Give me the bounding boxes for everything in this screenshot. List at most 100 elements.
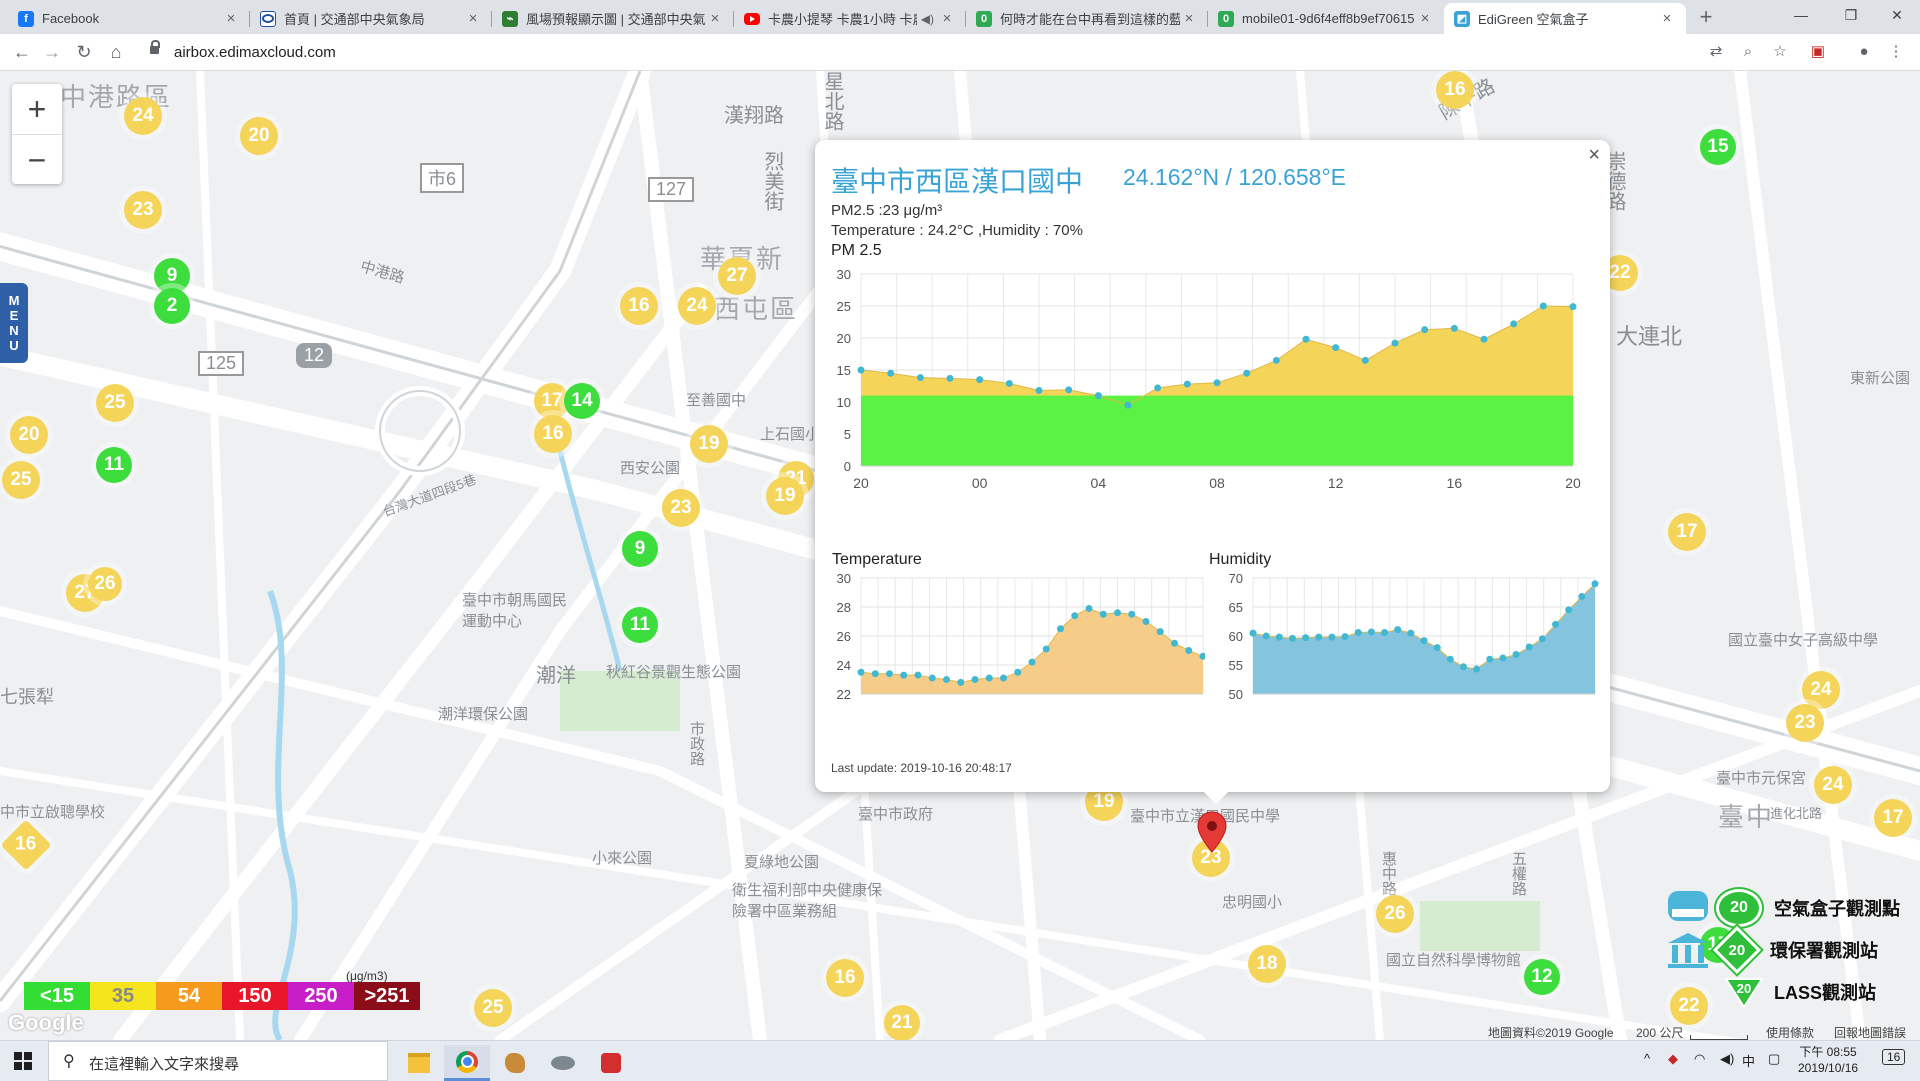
keyboard-icon[interactable]: ▢ bbox=[1768, 1051, 1780, 1067]
tab-facebook[interactable]: f Facebook × bbox=[8, 3, 250, 34]
tab-edigreen[interactable]: ◩ EdiGreen 空氣盒子 × bbox=[1444, 3, 1686, 34]
pm25-marker[interactable]: 17 bbox=[1874, 799, 1912, 837]
tab-cwb[interactable]: 首頁 | 交通部中央氣象局 × bbox=[250, 3, 492, 34]
notification-center-icon[interactable]: 16 bbox=[1882, 1049, 1906, 1065]
close-tab-icon[interactable]: × bbox=[1416, 10, 1434, 27]
bookmark-star-icon[interactable]: ☆ bbox=[1770, 42, 1790, 62]
pm25-marker[interactable]: 23 bbox=[1786, 704, 1824, 742]
volume-icon[interactable]: ◀) bbox=[1720, 1051, 1734, 1067]
pm25-marker[interactable]: 20 bbox=[10, 416, 48, 454]
restore-button[interactable]: ❐ bbox=[1828, 0, 1874, 30]
tab-youtube[interactable]: 卡農小提琴 卡農1小時 卡農 ◀) × bbox=[734, 3, 966, 34]
pm25-marker[interactable]: 12 bbox=[1524, 959, 1560, 995]
pm25-marker[interactable]: 20 bbox=[240, 117, 278, 155]
shield-icon[interactable]: ◆ bbox=[1668, 1051, 1678, 1067]
pm25-marker[interactable]: 21 bbox=[884, 1005, 920, 1040]
y-tick-label: 22 bbox=[837, 687, 851, 702]
speaker-icon[interactable]: ◀) bbox=[921, 12, 934, 26]
tab-mobile01-image[interactable]: 0 mobile01-9d6f4eff8b9ef70615 × bbox=[1208, 3, 1444, 34]
close-tab-icon[interactable]: × bbox=[706, 10, 724, 27]
zoom-icon[interactable]: ⌕ bbox=[1738, 42, 1758, 62]
map-scale[interactable]: 200 公尺 bbox=[1636, 1024, 1683, 1040]
file-explorer-icon[interactable] bbox=[396, 1045, 442, 1081]
windows-start-icon[interactable] bbox=[14, 1052, 32, 1070]
pm25-marker[interactable]: 22 bbox=[1670, 987, 1708, 1025]
road-label: 進化北路 bbox=[1770, 806, 1823, 821]
app-icon[interactable] bbox=[540, 1045, 586, 1081]
pm25-marker[interactable]: 19 bbox=[690, 425, 728, 463]
tab-wind-map[interactable]: ⌁ 風場預報顯示圖 | 交通部中央氣象 × bbox=[492, 3, 734, 34]
chrome-icon[interactable] bbox=[444, 1045, 490, 1081]
close-popup-button[interactable]: × bbox=[1588, 144, 1600, 167]
pm25-marker[interactable]: 27 bbox=[718, 257, 756, 295]
popup-pointer bbox=[1202, 790, 1230, 804]
pm25-marker[interactable]: 25 bbox=[2, 461, 40, 499]
taskbar-search[interactable]: ⚲ 在這裡輸入文字來搜尋 bbox=[48, 1041, 388, 1081]
epa-toggle[interactable]: 20 環保署觀測站 bbox=[1666, 925, 1878, 975]
clock[interactable]: 下午 08:55 2019/10/16 bbox=[1798, 1044, 1858, 1076]
minimize-button[interactable]: — bbox=[1778, 0, 1824, 30]
close-tab-icon[interactable]: × bbox=[464, 10, 482, 27]
more-menu-icon[interactable]: ⋮ bbox=[1886, 42, 1906, 62]
terms-link[interactable]: 使用條款 bbox=[1766, 1024, 1814, 1040]
close-tab-icon[interactable]: × bbox=[1658, 10, 1676, 27]
new-tab-button[interactable]: + bbox=[1692, 4, 1720, 30]
pm25-marker[interactable]: 18 bbox=[1248, 945, 1286, 983]
close-tab-icon[interactable]: × bbox=[938, 10, 956, 27]
pm25-marker[interactable]: 9 bbox=[622, 531, 658, 567]
close-tab-icon[interactable]: × bbox=[222, 10, 240, 27]
data-point bbox=[887, 369, 895, 377]
pm25-marker[interactable]: 25 bbox=[474, 989, 512, 1027]
pm25-marker[interactable]: 24 bbox=[1814, 766, 1852, 804]
zoom-out-button[interactable]: − bbox=[12, 135, 62, 185]
data-point bbox=[1014, 668, 1022, 676]
location-pin-icon[interactable] bbox=[1197, 811, 1227, 853]
pm25-marker[interactable]: 24 bbox=[124, 97, 162, 135]
pm25-marker[interactable]: 15 bbox=[1700, 129, 1736, 165]
pm25-marker[interactable]: 11 bbox=[96, 447, 132, 483]
zoom-in-button[interactable]: + bbox=[12, 84, 62, 135]
pm25-marker[interactable]: 16 bbox=[826, 959, 864, 997]
pm25-marker[interactable]: 19 bbox=[766, 477, 804, 515]
back-icon[interactable]: ← bbox=[10, 40, 34, 64]
profile-icon[interactable]: ● bbox=[1854, 42, 1874, 62]
pm25-marker[interactable]: 14 bbox=[564, 383, 600, 419]
extension-icon[interactable]: ▣ bbox=[1808, 42, 1828, 62]
airbox-toggle[interactable]: 20 空氣盒子觀測點 bbox=[1666, 888, 1900, 928]
report-error-link[interactable]: 回報地圖錯誤 bbox=[1834, 1024, 1906, 1040]
ime-indicator[interactable]: 中 bbox=[1742, 1051, 1755, 1070]
pm25-marker[interactable]: 23 bbox=[124, 191, 162, 229]
pm25-marker[interactable]: 17 bbox=[1668, 513, 1706, 551]
pm25-marker[interactable]: 2 bbox=[154, 288, 190, 324]
network-icon[interactable]: ◠ bbox=[1694, 1051, 1705, 1067]
place-label: 至善國中 bbox=[686, 392, 747, 409]
lass-toggle[interactable]: 20 LASS觀測站 bbox=[1724, 972, 1876, 1012]
data-point bbox=[946, 374, 954, 382]
app-icon[interactable] bbox=[588, 1045, 634, 1081]
home-icon[interactable]: ⌂ bbox=[104, 40, 128, 64]
pm25-marker[interactable]: 25 bbox=[96, 384, 134, 422]
pm25-marker[interactable]: 24 bbox=[678, 287, 716, 325]
pm25-marker[interactable]: 26 bbox=[88, 567, 122, 601]
pm25-marker[interactable]: 16 bbox=[534, 415, 572, 453]
menu-tab[interactable]: MENU bbox=[0, 283, 28, 363]
data-point bbox=[1065, 386, 1073, 394]
pm25-marker[interactable]: 16 bbox=[620, 287, 658, 325]
pm25-marker[interactable]: 11 bbox=[622, 607, 658, 643]
translate-icon[interactable]: ⇄ bbox=[1706, 42, 1726, 62]
show-hidden-icons[interactable]: ^ bbox=[1644, 1051, 1650, 1066]
pm25-marker[interactable]: 26 bbox=[1376, 895, 1414, 933]
pm25-marker[interactable]: 23 bbox=[662, 489, 700, 527]
data-point bbox=[1499, 654, 1507, 662]
reload-icon[interactable]: ↻ bbox=[72, 40, 96, 64]
zoom-control: + − bbox=[12, 84, 62, 184]
close-window-button[interactable]: ✕ bbox=[1874, 0, 1920, 30]
app-icon[interactable] bbox=[492, 1045, 538, 1081]
tab-mobile01-article[interactable]: 0 何時才能在台中再看到這樣的藍 × bbox=[966, 3, 1208, 34]
airbox-icon bbox=[1668, 891, 1708, 921]
address-bar[interactable]: airbox.edimaxcloud.com bbox=[140, 38, 1870, 66]
pm25-marker[interactable]: 16 bbox=[1436, 71, 1474, 109]
x-tick-label: 12 bbox=[1328, 475, 1344, 491]
forward-icon[interactable]: → bbox=[40, 40, 64, 64]
close-tab-icon[interactable]: × bbox=[1180, 10, 1198, 27]
